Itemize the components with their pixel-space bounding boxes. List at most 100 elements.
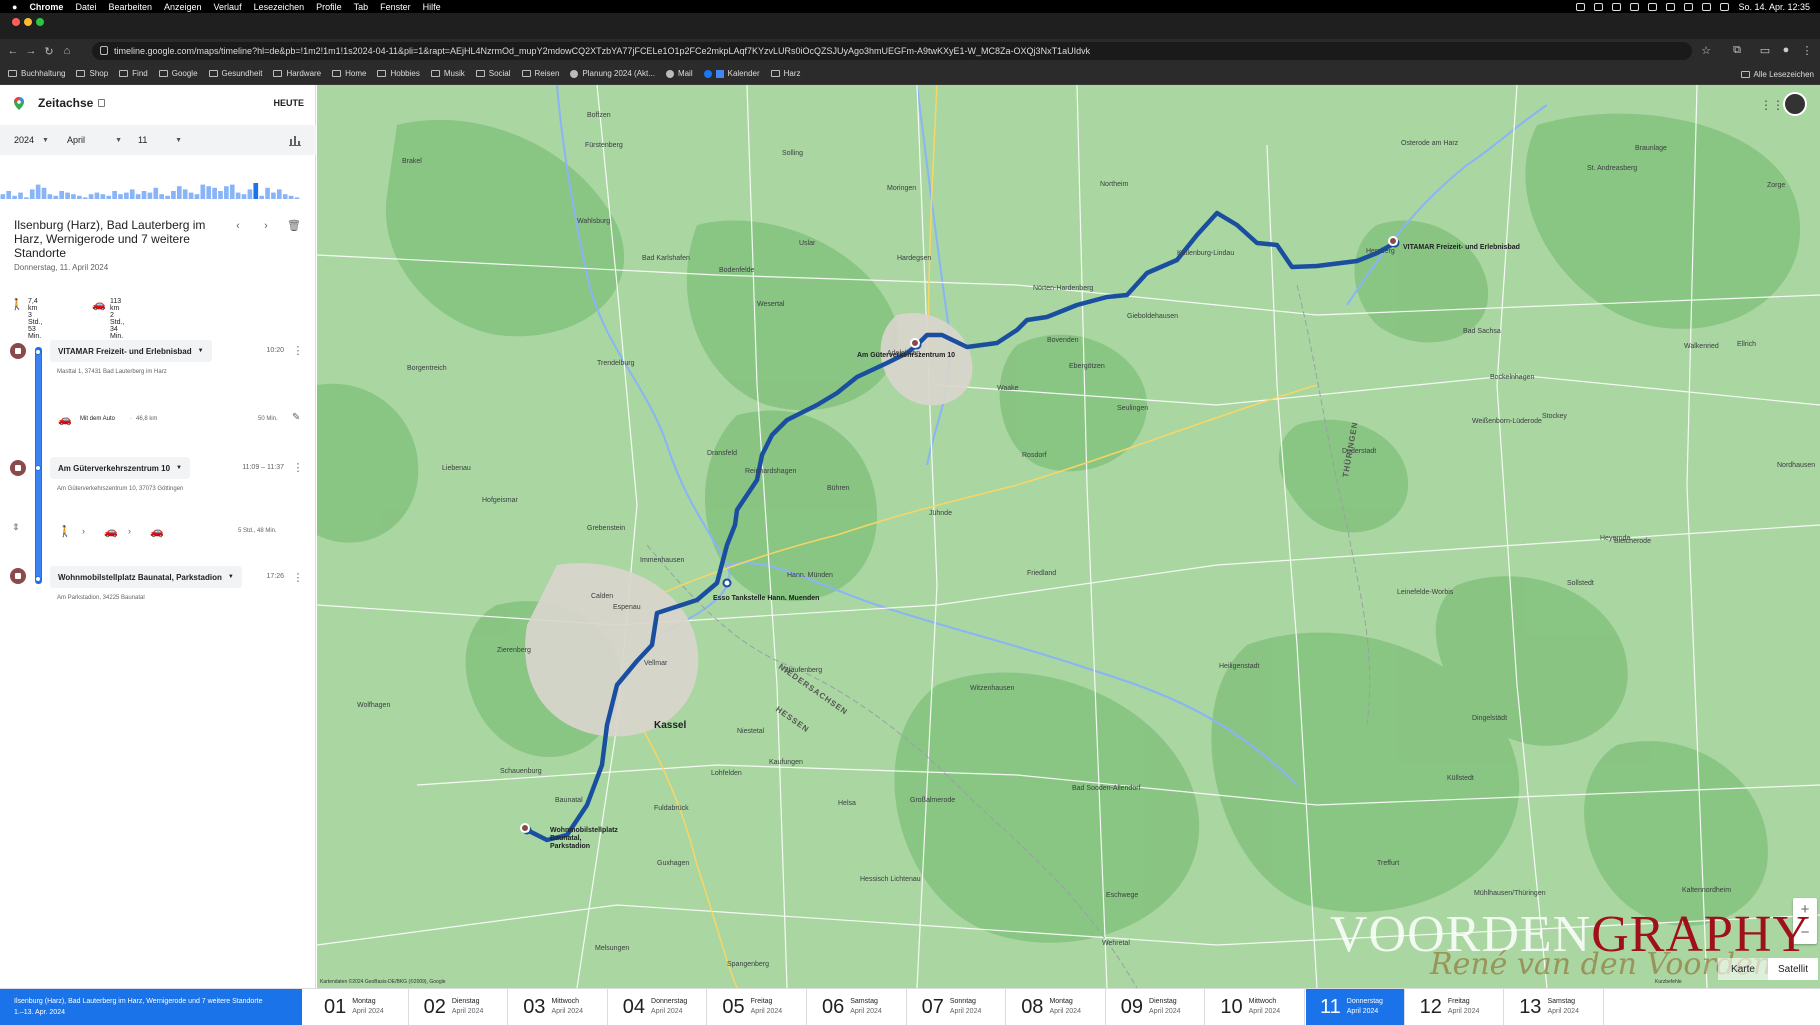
- day-cell[interactable]: 02 Dienstag April 2024: [410, 989, 509, 1025]
- previous-day-icon[interactable]: ‹: [230, 218, 246, 234]
- bookmark-folder[interactable]: Shop: [76, 69, 108, 78]
- month-select[interactable]: April ▼: [67, 125, 122, 155]
- extensions-icon[interactable]: ⧉: [1730, 44, 1744, 58]
- activity-bar[interactable]: [147, 192, 153, 199]
- bookmark-link[interactable]: Mail: [665, 69, 693, 78]
- expand-collapse-icon[interactable]: ⇕: [12, 522, 20, 533]
- edit-wand-icon[interactable]: ✎: [292, 412, 300, 423]
- bookmark-folder[interactable]: Gesundheit: [208, 69, 262, 78]
- more-options-icon[interactable]: ⋮: [292, 460, 304, 476]
- day-cell[interactable]: 08 Montag April 2024: [1007, 989, 1106, 1025]
- map-type-satellite-button[interactable]: Satellit: [1768, 958, 1818, 980]
- activity-bar[interactable]: [41, 187, 47, 199]
- zoom-in-button[interactable]: +: [1793, 898, 1817, 921]
- activity-bar[interactable]: [135, 194, 141, 199]
- map-canvas[interactable]: VITAMAR Freizeit- und Erlebnisbad Am Güt…: [317, 85, 1820, 988]
- status-icon[interactable]: [1594, 2, 1604, 11]
- bookmark-folder[interactable]: Musik: [430, 69, 465, 78]
- activity-bar[interactable]: [112, 191, 117, 199]
- activity-bar[interactable]: [18, 192, 23, 199]
- stop-name-chip[interactable]: Wohnmobilstellplatz Baunatal, Parkstadio…: [50, 566, 242, 588]
- activity-bar[interactable]: [182, 189, 188, 199]
- close-window-button[interactable]: [12, 18, 20, 26]
- day-cell[interactable]: 03 Mittwoch April 2024: [509, 989, 608, 1025]
- activity-bar[interactable]: [200, 184, 206, 199]
- day-cell[interactable]: 09 Dienstag April 2024: [1107, 989, 1206, 1025]
- activity-bar[interactable]: [229, 184, 235, 199]
- menu-item[interactable]: Hilfe: [423, 2, 441, 12]
- bookmark-star-icon[interactable]: ☆: [1699, 44, 1713, 58]
- more-options-icon[interactable]: ⋮: [292, 343, 304, 359]
- cast-icon[interactable]: ▭: [1758, 44, 1772, 58]
- status-icon[interactable]: [1630, 2, 1640, 11]
- profile-icon[interactable]: ●: [1779, 44, 1793, 58]
- status-icon[interactable]: [1612, 2, 1622, 11]
- map-type-map-button[interactable]: Karte: [1718, 958, 1768, 980]
- activity-bar[interactable]: [276, 189, 282, 199]
- menu-item[interactable]: Bearbeiten: [108, 2, 152, 12]
- more-options-icon[interactable]: ⋮: [292, 570, 304, 586]
- activity-bar[interactable]: [129, 189, 135, 199]
- activity-bar[interactable]: [124, 192, 129, 199]
- day-cell[interactable]: 12 Freitag April 2024: [1406, 989, 1505, 1025]
- day-cell[interactable]: 10 Mittwoch April 2024: [1206, 989, 1305, 1025]
- activity-bar[interactable]: [159, 194, 164, 199]
- activity-sparkbars[interactable]: [0, 169, 300, 199]
- activity-bar[interactable]: [53, 195, 59, 199]
- activity-bar[interactable]: [35, 184, 41, 199]
- bar-chart-icon[interactable]: [288, 133, 302, 147]
- activity-bar[interactable]: [82, 197, 88, 199]
- map-attribution[interactable]: Kartendaten ©2024 GeoBasis-DE/BKG (©2009…: [320, 979, 446, 985]
- day-cell[interactable]: 05 Freitag April 2024: [708, 989, 807, 1025]
- activity-bar[interactable]: [153, 187, 159, 199]
- activity-bar[interactable]: [29, 189, 35, 199]
- activity-bar[interactable]: [176, 186, 182, 199]
- day-cell[interactable]: 07 Sonntag April 2024: [908, 989, 1007, 1025]
- menu-clock[interactable]: So. 14. Apr. 12:35: [1738, 2, 1810, 12]
- apps-grid-icon[interactable]: ⋮⋮: [1760, 98, 1784, 112]
- activity-bar[interactable]: [24, 197, 29, 199]
- bookmark-folder[interactable]: Hobbies: [377, 69, 420, 78]
- menu-item[interactable]: Anzeigen: [164, 2, 202, 12]
- stop-name-chip[interactable]: Am Güterverkehrszentrum 10 ▼: [50, 457, 190, 479]
- activity-bar[interactable]: [282, 194, 288, 199]
- activity-bar[interactable]: [94, 192, 100, 199]
- trip-card[interactable]: Ilsenburg (Harz), Bad Lauterberg im Harz…: [0, 989, 302, 1025]
- activity-bar[interactable]: [188, 192, 194, 199]
- activity-bar[interactable]: [247, 189, 253, 199]
- activity-bar[interactable]: [271, 192, 276, 199]
- status-icon[interactable]: [1576, 2, 1586, 11]
- activity-bar[interactable]: [65, 192, 70, 199]
- today-button[interactable]: HEUTE: [273, 98, 304, 108]
- map-stop-pin[interactable]: [1388, 236, 1398, 246]
- map-stop-pin[interactable]: [520, 823, 530, 833]
- map-stop-label[interactable]: Wohnmobilstellplatz Baunatal, Parkstadio…: [550, 827, 620, 851]
- status-icon[interactable]: [1648, 2, 1658, 11]
- activity-bar[interactable]: [224, 186, 229, 199]
- bookmark-folder[interactable]: Social: [475, 69, 511, 78]
- search-icon[interactable]: [1702, 2, 1712, 11]
- activity-bar[interactable]: [253, 183, 259, 199]
- activity-bar[interactable]: [100, 194, 106, 199]
- bookmark-folder[interactable]: Harz: [770, 69, 801, 78]
- minimize-window-button[interactable]: [24, 18, 32, 26]
- zoom-out-button[interactable]: −: [1793, 921, 1817, 944]
- activity-bar[interactable]: [47, 194, 53, 199]
- shortcuts-link[interactable]: Kurzbefehle: [1655, 979, 1682, 985]
- trash-icon[interactable]: 🗑: [286, 218, 302, 234]
- bookmark-folder[interactable]: Google: [158, 69, 198, 78]
- day-cell[interactable]: 11 Donnerstag April 2024: [1306, 989, 1405, 1025]
- address-bar[interactable]: timeline.google.com/maps/timeline?hl=de&…: [92, 42, 1692, 60]
- bookmark-folder[interactable]: Find: [119, 69, 148, 78]
- next-day-icon[interactable]: ›: [258, 218, 274, 234]
- all-bookmarks[interactable]: Alle Lesezeichen: [1740, 63, 1814, 85]
- menu-app-name[interactable]: Chrome: [29, 2, 63, 12]
- movement-segment[interactable]: 🚶 › 🚗 › 🚗 5 Std., 48 Min.: [58, 522, 308, 542]
- activity-bar[interactable]: [88, 194, 94, 199]
- battery-icon[interactable]: [1684, 2, 1694, 11]
- menu-item[interactable]: Profile: [316, 2, 342, 12]
- day-select[interactable]: 11 ▼: [138, 125, 182, 155]
- bookmark-link[interactable]: Planung 2024 (Akt...: [570, 69, 655, 78]
- year-select[interactable]: 2024 ▼: [14, 125, 49, 155]
- activity-bar[interactable]: [241, 194, 247, 199]
